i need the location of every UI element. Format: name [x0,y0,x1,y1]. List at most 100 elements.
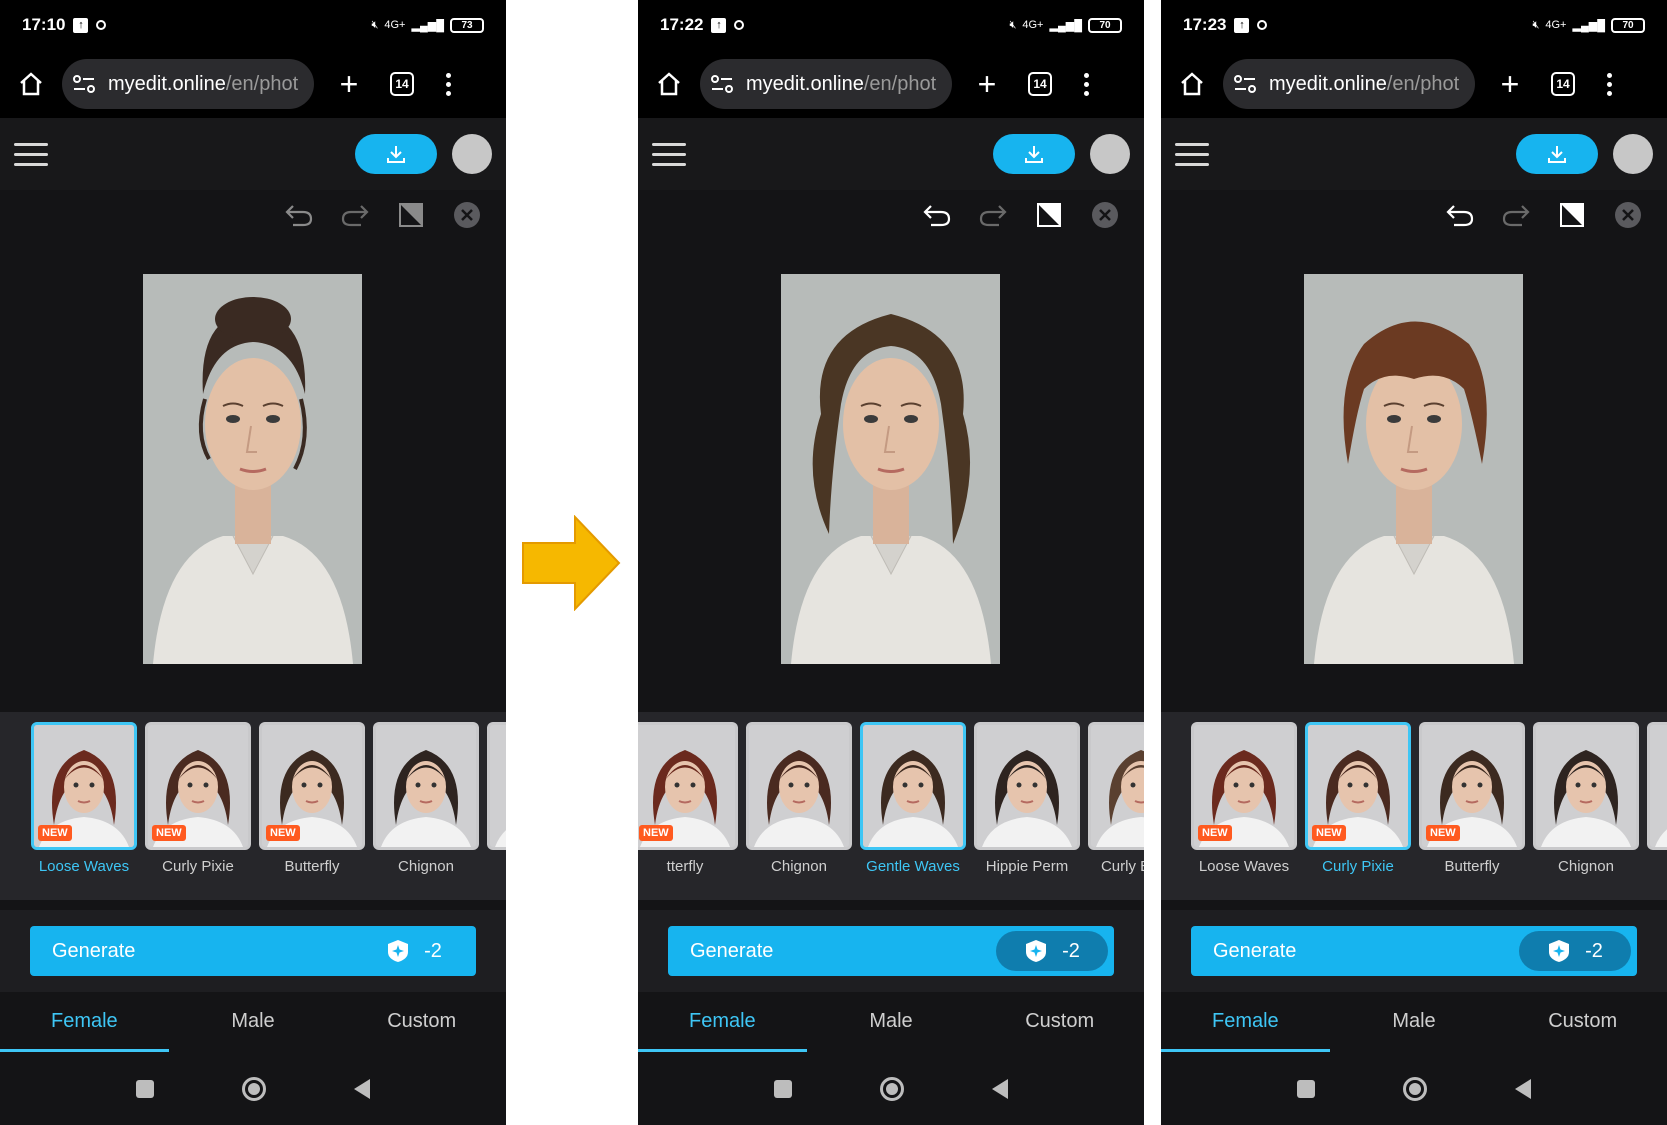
generate-button[interactable]: Generate -2 [1191,926,1637,976]
new-tab-icon[interactable]: + [970,68,1004,100]
close-icon[interactable] [450,198,484,232]
hairstyle-label: Curly Pixie [162,858,234,875]
home-icon[interactable] [652,67,686,101]
new-tab-icon[interactable]: + [332,68,366,100]
home-icon[interactable] [14,67,48,101]
redo-icon[interactable] [976,198,1010,232]
close-icon[interactable] [1611,198,1645,232]
hamburger-menu-icon[interactable] [14,142,48,166]
url-bar[interactable]: myedit.online/en/phot [1223,59,1475,109]
back-icon[interactable] [1515,1078,1531,1099]
tab-switcher-button[interactable]: 14 [1028,72,1052,96]
undo-icon[interactable] [282,198,316,232]
site-settings-icon[interactable] [710,75,736,93]
download-button[interactable] [1516,134,1598,174]
credit-icon [388,940,409,962]
url-bar[interactable]: myedit.online/en/phot [700,59,952,109]
hairstyle-thumbnail[interactable]: Chignon [373,722,479,875]
network-label: 4G+ [1545,19,1567,31]
home-icon[interactable] [1175,67,1209,101]
hairstyle-label: Curly Bob P [1100,858,1144,875]
hairstyle-thumbnail[interactable]: NEW tterfly [638,722,738,875]
hairstyle-carousel[interactable]: NEW tterfly Chignon Gentle Waves Hippie … [638,712,1144,900]
hairstyle-carousel[interactable]: NEW Loose Waves NEW Curly Pixie NEW Butt… [0,712,506,900]
hairstyle-thumbnail[interactable]: NEW Loose Waves [31,722,137,875]
redo-icon[interactable] [338,198,372,232]
url-bar[interactable]: myedit.online/en/phot [62,59,314,109]
signal-icon: ▂▄▆█ [1049,19,1082,32]
hairstyle-thumbnail[interactable]: NEW Curly Pixie [145,722,251,875]
avatar[interactable] [1613,134,1653,174]
upload-notification-icon: ↑ [711,17,727,33]
site-settings-icon[interactable] [72,75,98,93]
browser-menu-icon[interactable] [1084,72,1089,96]
undo-icon[interactable] [920,198,954,232]
sync-icon [96,20,107,30]
hairstyle-thumbnail[interactable]: G [1647,722,1667,875]
home-nav-icon[interactable] [1403,1076,1427,1101]
redo-icon[interactable] [1499,198,1533,232]
hairstyle-thumbnail[interactable]: NEW Curly Pixie [1305,722,1411,875]
app-header [1161,118,1667,190]
site-settings-icon[interactable] [1233,75,1259,93]
compare-icon[interactable] [1555,198,1589,232]
hairstyle-thumbnail[interactable]: NEW Butterfly [1419,722,1525,875]
tab-custom[interactable]: Custom [1498,992,1667,1052]
hamburger-menu-icon[interactable] [1175,142,1209,166]
home-nav-icon[interactable] [242,1076,266,1101]
hairstyle-preview-image [490,725,506,847]
hairstyle-thumbnail[interactable]: Hippie Perm [974,722,1080,875]
hairstyle-thumbnail[interactable]: Curly Bob P [1088,722,1144,875]
hairstyle-preview-image [977,725,1077,847]
tab-switcher-button[interactable]: 14 [1551,72,1575,96]
hairstyle-label: Loose Waves [1198,858,1290,875]
new-badge: NEW [639,825,673,841]
tab-female[interactable]: Female [0,992,169,1052]
credit-cost: -2 [1585,939,1603,962]
url-path: /en/phot [863,72,937,95]
hairstyle-preview-image [863,725,963,847]
back-icon[interactable] [992,1078,1008,1099]
sync-icon [1257,20,1268,30]
home-nav-icon[interactable] [880,1076,904,1101]
hairstyle-thumbnail[interactable]: Chignon [1533,722,1639,875]
new-tab-icon[interactable]: + [1493,68,1527,100]
portrait-image [1304,274,1523,664]
hamburger-menu-icon[interactable] [652,142,686,166]
recents-icon[interactable] [774,1079,792,1098]
new-badge: NEW [1426,825,1460,841]
hairstyle-carousel[interactable]: NEW Loose Waves NEW Curly Pixie NEW Butt… [1161,712,1667,900]
undo-icon[interactable] [1443,198,1477,232]
hairstyle-thumbnail[interactable]: G [487,722,506,875]
compare-icon[interactable] [394,198,428,232]
hairstyle-thumbnail[interactable]: NEW Loose Waves [1191,722,1297,875]
tab-male[interactable]: Male [807,992,976,1052]
hairstyle-thumbnail[interactable]: Gentle Waves [860,722,966,875]
editor-canvas [638,190,1144,710]
tab-female[interactable]: Female [1161,992,1330,1052]
system-navigation-bar [638,1052,1144,1125]
tab-custom[interactable]: Custom [337,992,506,1052]
hairstyle-thumbnail[interactable]: NEW Butterfly [259,722,365,875]
tab-male[interactable]: Male [1330,992,1499,1052]
download-button[interactable] [355,134,437,174]
recents-icon[interactable] [1297,1079,1315,1098]
hairstyle-label: Chignon [1558,858,1614,875]
generate-button[interactable]: Generate -2 [30,926,476,976]
generate-button[interactable]: Generate -2 [668,926,1114,976]
download-button[interactable] [993,134,1075,174]
avatar[interactable] [1090,134,1130,174]
hairstyle-thumbnail[interactable]: Chignon [746,722,852,875]
browser-menu-icon[interactable] [1607,72,1612,96]
url-path: /en/phot [1386,72,1460,95]
close-icon[interactable] [1088,198,1122,232]
avatar[interactable] [452,134,492,174]
tab-female[interactable]: Female [638,992,807,1052]
browser-menu-icon[interactable] [446,72,451,96]
back-icon[interactable] [354,1078,370,1099]
tab-switcher-button[interactable]: 14 [390,72,414,96]
tab-custom[interactable]: Custom [975,992,1144,1052]
tab-male[interactable]: Male [169,992,338,1052]
recents-icon[interactable] [136,1079,154,1098]
compare-icon[interactable] [1032,198,1066,232]
